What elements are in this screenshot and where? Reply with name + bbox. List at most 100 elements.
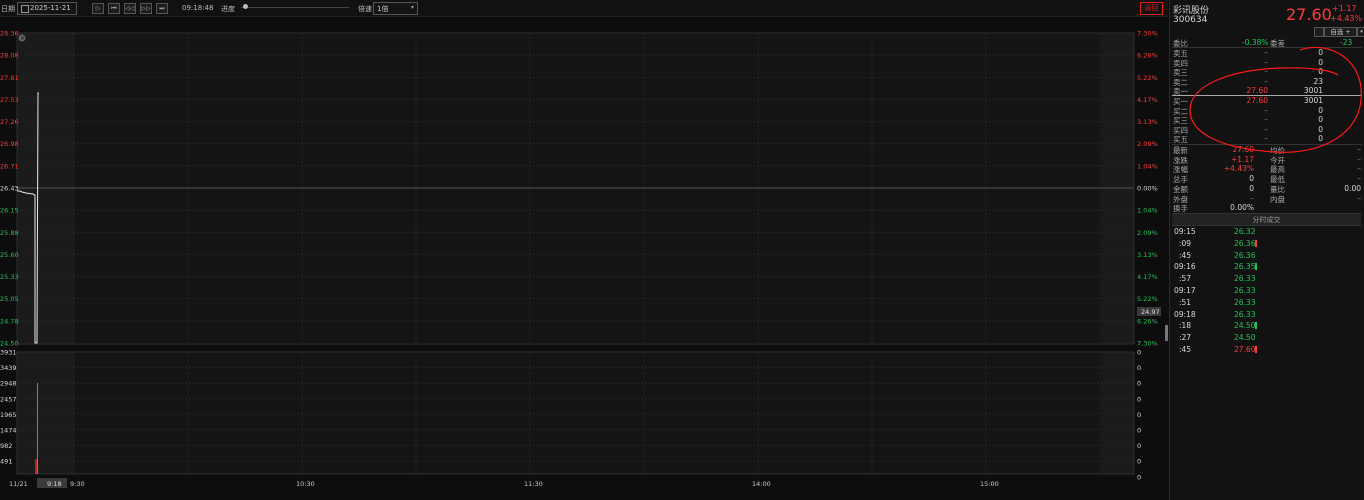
volume-pct-label: 0 (1137, 349, 1141, 357)
pct-tick-label: 1.04% (1137, 207, 1158, 215)
replay-toolbar: 日期 2025-11-21 ▷ ⏮ ◁◁ ▷▷ ⏭ 09:18:48 进度 倍速… (0, 0, 1168, 17)
trade-price: 26.33 (1234, 297, 1256, 307)
step-back-button[interactable]: ⏮ (108, 3, 120, 14)
rewind-icon: ◁◁ (125, 5, 135, 12)
pct-tick-label: 4.17% (1137, 96, 1158, 104)
trade-price: 26.36 (1234, 238, 1256, 248)
chart-date-label: 11/21 (9, 480, 28, 488)
cursor-time-label: 9:18 (47, 480, 62, 488)
date-picker[interactable]: 2025-11-21 (17, 2, 77, 15)
pct-tick-label: 3.13% (1137, 251, 1158, 259)
trade-price: 24.50 (1234, 333, 1256, 343)
price-tick-label: 25.88 (0, 229, 19, 237)
pct-tick-label: 6.26% (1137, 52, 1158, 60)
trade-time: :45 (1179, 250, 1192, 260)
trade-price: 27.60 (1234, 345, 1256, 354)
price-tick-label: 24.78 (0, 317, 19, 325)
volume-pct-label: 0 (1137, 395, 1141, 403)
pre-market-volume-shade (17, 352, 74, 474)
replay-time: 09:18:48 (182, 4, 214, 12)
volume-pct-label: 0 (1137, 458, 1141, 466)
play-icon: ▷ (95, 5, 101, 12)
volume-tick-label: 1965 (0, 411, 17, 419)
pct-tick-label: 1.04% (1137, 162, 1158, 170)
trade-time: :57 (1179, 274, 1192, 284)
volume-pct-label: 0 (1137, 411, 1141, 419)
trades-title: 分时成交 (1252, 216, 1281, 224)
pct-tick-label: 7.30% (1137, 30, 1158, 38)
volume-pct-label: 0 (1137, 473, 1141, 481)
pct-tick-label: 3.13% (1137, 118, 1158, 126)
intraday-chart[interactable]: × 28.36 28.08 27.81 27.53 27.26 26.98 26.71 26.… (0, 17, 1168, 500)
trade-time: 09:15 (1174, 227, 1196, 236)
price-tick-label: 25.05 (0, 295, 19, 303)
date-value: 2025-11-21 (30, 4, 71, 12)
stat-value: 0.00% (1230, 203, 1254, 213)
price-tick-label: 27.81 (0, 74, 19, 82)
trade-direction-mark (1255, 239, 1257, 247)
price-tick-label: 27.26 (0, 118, 19, 126)
volume-axis-left: 3931 3439 2948 2457 1965 1474 982 491 (0, 349, 17, 466)
progress-slider-handle[interactable] (243, 4, 249, 9)
rewind-button[interactable]: ◁◁ (124, 3, 136, 14)
trade-time: :27 (1179, 333, 1192, 343)
chart-scroll-handle (1165, 325, 1168, 341)
volume-tick-label: 491 (0, 458, 12, 466)
trade-price: 26.36 (1234, 250, 1256, 260)
volume-tick-label: 1474 (0, 427, 17, 435)
date-label: 日期 (1, 5, 15, 13)
price-axis-left: 28.36 28.08 27.81 27.53 27.26 26.98 26.71 26.43… (0, 30, 19, 348)
time-tick-label: 11:30 (524, 480, 543, 488)
trade-time: 09:17 (1174, 286, 1196, 295)
trade-time: 09:18 (1174, 309, 1196, 319)
pct-tick-label: 5.22% (1137, 295, 1158, 303)
play-button[interactable]: ▷ (92, 3, 104, 14)
chevron-down-icon: ▾ (410, 4, 414, 11)
return-button[interactable]: 返回 (1140, 2, 1163, 15)
time-tick-label: 15:00 (980, 480, 999, 488)
pct-tick-label: 5.22% (1137, 74, 1158, 82)
trade-price: 26.33 (1234, 286, 1256, 295)
pct-tick-label: 4.17% (1137, 273, 1158, 281)
volume-tick-label: 982 (0, 442, 12, 450)
volume-pct-label: 0 (1137, 442, 1141, 450)
trade-time: :51 (1179, 297, 1192, 307)
step-forward-button[interactable]: ⏭ (156, 3, 168, 14)
trade-time: :18 (1179, 321, 1192, 331)
progress-label: 进度 (221, 5, 235, 13)
calendar-icon (21, 5, 29, 13)
pct-tick-label: 6.26% (1137, 317, 1158, 325)
pct-tick-label: 7.30% (1137, 340, 1158, 348)
fast-forward-button[interactable]: ▷▷ (140, 3, 152, 14)
volume-axis-right: 0 0 0 0 0 0 0 0 0 (1137, 349, 1141, 482)
volume-tick-label: 2948 (0, 380, 17, 388)
volume-pct-label: 0 (1137, 380, 1141, 388)
progress-slider[interactable] (241, 7, 349, 8)
post-market-volume-shade (1102, 352, 1134, 474)
price-axis-right: 7.30% 6.26% 5.22% 4.17% 3.13% 2.09% 1.04% 0.00%… (1137, 30, 1158, 348)
trade-price: 24.50 (1234, 321, 1256, 331)
cursor-price-label: 24.97 (1141, 308, 1160, 316)
pct-tick-label: 0.00% (1137, 185, 1158, 193)
time-axis: 9:30 10:30 11:30 14:00 15:00 (70, 480, 999, 488)
step-forward-icon: ⏭ (159, 5, 165, 12)
price-tick-label: 26.43 (0, 185, 19, 193)
volume-plot-area (17, 352, 1134, 474)
trade-time: 09:16 (1174, 262, 1196, 272)
speed-label: 倍速 (358, 5, 372, 13)
pct-tick-label: 2.09% (1137, 229, 1158, 237)
price-tick-label: 26.71 (0, 162, 19, 170)
speed-select[interactable]: 1倍 ▾ (373, 2, 418, 15)
price-tick-label: 25.60 (0, 251, 19, 259)
trade-price: 26.35 (1234, 262, 1256, 272)
fast-forward-icon: ▷▷ (141, 5, 151, 12)
volume-tick-label: 3931 (0, 349, 17, 357)
step-back-icon: ⏮ (111, 5, 117, 12)
annotation-circle (1189, 46, 1362, 153)
price-tick-label: 26.15 (0, 207, 19, 215)
volume-pct-label: 0 (1137, 364, 1141, 372)
speed-value: 1倍 (377, 5, 389, 13)
price-tick-label: 25.33 (0, 273, 19, 281)
trade-direction-mark (1255, 322, 1257, 330)
price-tick-label: 27.53 (0, 96, 19, 104)
